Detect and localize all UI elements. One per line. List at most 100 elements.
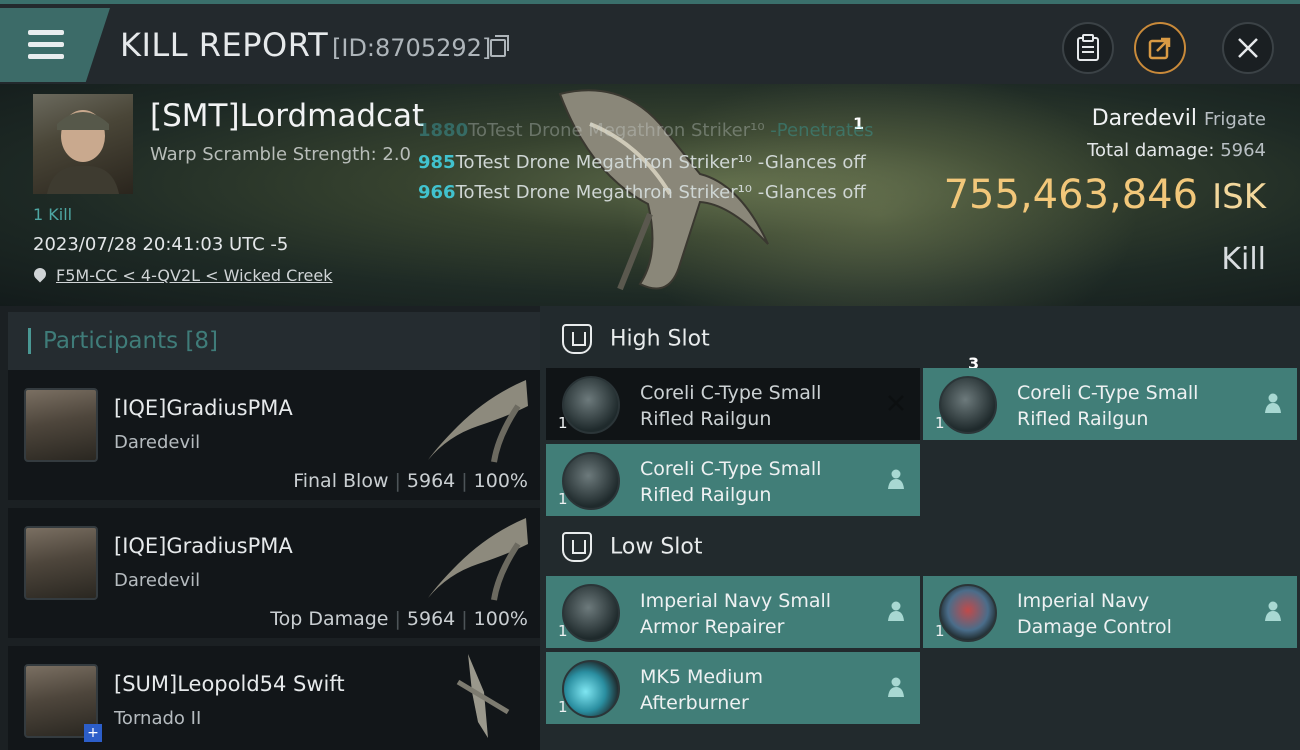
- armor-repairer-icon: [562, 584, 620, 642]
- fleet-badge-icon: +: [84, 724, 102, 742]
- participant-ship-image: [428, 518, 528, 601]
- divider: |: [461, 470, 468, 492]
- hit-text: ToTest Drone Megathron Striker¹⁰: [455, 182, 753, 203]
- module-item[interactable]: 1 MK5 Medium Afterburner: [546, 652, 920, 724]
- hit-log-row: 985ToTest Drone Megathron Striker¹⁰ -Gla…: [418, 152, 866, 173]
- clipboard-icon: [1077, 34, 1099, 61]
- participant-ship: Daredevil: [114, 570, 201, 591]
- ship-name[interactable]: Daredevil Frigate: [1092, 106, 1266, 131]
- location-link[interactable]: F5M-CC < 4-QV2L < Wicked Creek: [56, 266, 332, 285]
- copy-icon[interactable]: [490, 35, 509, 57]
- module-name-line: Rifled Railgun: [640, 484, 772, 506]
- participant-percent: 100%: [473, 470, 528, 492]
- avatar: [24, 526, 98, 600]
- module-name-line: Coreli C-Type Small: [640, 458, 822, 480]
- person-icon: [888, 677, 904, 697]
- divider: |: [461, 608, 468, 630]
- module-name-line: Afterburner: [640, 692, 749, 714]
- participant-percent: 100%: [473, 608, 528, 630]
- module-name: Coreli C-Type Small Rifled Railgun: [640, 380, 860, 432]
- location-pin-icon: [31, 265, 49, 283]
- high-slot-header: High Slot: [562, 324, 710, 354]
- hit-damage: 985: [418, 152, 456, 173]
- damage-control-icon: [939, 584, 997, 642]
- module-name-line: Damage Control: [1017, 616, 1172, 638]
- module-item[interactable]: 1 Coreli C-Type Small Rifled Railgun: [546, 368, 920, 440]
- hit-log-row: 1880ToTest Drone Megathron Striker¹⁰ -Pe…: [418, 120, 874, 141]
- low-slot-label: Low Slot: [610, 534, 703, 560]
- victim-portrait[interactable]: [33, 94, 133, 194]
- hamburger-icon-bar: [28, 54, 64, 59]
- module-item[interactable]: 1 Imperial Navy Small Armor Repairer: [546, 576, 920, 648]
- afterburner-icon: [562, 660, 620, 718]
- isk-unit: ISK: [1212, 177, 1266, 217]
- destroyed-icon: [888, 395, 904, 411]
- high-slot-icon: [562, 324, 592, 354]
- person-icon: [1265, 601, 1281, 621]
- module-item[interactable]: 1 Coreli C-Type Small Rifled Railgun: [923, 368, 1297, 440]
- participant-damage: 5964: [406, 608, 456, 630]
- share-icon: [1148, 37, 1171, 60]
- railgun-icon: [939, 376, 997, 434]
- close-button[interactable]: [1222, 22, 1274, 74]
- menu-button[interactable]: [0, 8, 110, 82]
- report-id: [ID:8705292]: [332, 34, 492, 62]
- module-name: Coreli C-Type Small Rifled Railgun: [1017, 380, 1237, 432]
- kill-timestamp: 2023/07/28 20:41:03 UTC -5: [33, 234, 289, 255]
- clipboard-button[interactable]: [1062, 22, 1114, 74]
- ship-class: Frigate: [1203, 109, 1266, 130]
- total-damage-value: 5964: [1220, 140, 1266, 161]
- person-icon: [888, 469, 904, 489]
- module-name-line: MK5 Medium: [640, 666, 763, 688]
- participant-ship-image: [456, 654, 510, 738]
- railgun-icon: [562, 376, 620, 434]
- low-slot-icon: [562, 532, 592, 562]
- hit-damage: 1880: [418, 120, 469, 141]
- person-icon: [1265, 393, 1281, 413]
- isk-amount: 755,463,846: [943, 172, 1199, 218]
- participant-ship-image: [428, 380, 528, 463]
- module-name-line: Rifled Railgun: [640, 408, 772, 430]
- module-quantity: 1: [935, 622, 945, 640]
- kill-count: 1 Kill: [33, 205, 73, 224]
- participants-count: [8]: [185, 328, 219, 354]
- hamburger-icon-bar: [28, 42, 64, 47]
- module-item[interactable]: 1 Coreli C-Type Small Rifled Railgun: [546, 444, 920, 516]
- participant-damage: 5964: [406, 470, 456, 492]
- hit-damage: 966: [418, 182, 456, 203]
- low-slot-header: Low Slot: [562, 532, 702, 562]
- module-quantity: 1: [558, 622, 568, 640]
- module-name-line: Coreli C-Type Small: [1017, 382, 1199, 404]
- share-button[interactable]: [1134, 22, 1186, 74]
- participants-title: Participants [8]: [28, 328, 218, 354]
- participant-card[interactable]: [IQE]GradiusPMA Daredevil Final Blow | 596…: [8, 370, 540, 500]
- participant-name: [SUM]Leopold54 Swift: [114, 672, 345, 696]
- module-item[interactable]: 1 Imperial Navy Damage Control: [923, 576, 1297, 648]
- hit-result: -Glances off: [757, 152, 866, 173]
- avatar: [24, 388, 98, 462]
- module-quantity: 1: [935, 414, 945, 432]
- participant-card[interactable]: + [SUM]Leopold54 Swift Tornado II: [8, 646, 540, 750]
- participant-ship: Tornado II: [114, 708, 202, 729]
- module-name: Imperial Navy Damage Control: [1017, 588, 1237, 640]
- participant-ship: Daredevil: [114, 432, 201, 453]
- module-name: Imperial Navy Small Armor Repairer: [640, 588, 860, 640]
- participants-panel: Participants [8] [IQE]GradiusPMA Daredev…: [0, 306, 540, 750]
- total-damage: Total damage: 5964: [1087, 140, 1266, 161]
- hit-text: ToTest Drone Megathron Striker¹⁰: [468, 120, 765, 141]
- railgun-icon: [562, 452, 620, 510]
- hit-text: ToTest Drone Megathron Striker¹⁰: [455, 152, 753, 173]
- victim-name[interactable]: [SMT]Lordmadcat: [150, 98, 424, 134]
- close-icon: [1238, 38, 1258, 58]
- divider: |: [394, 608, 401, 630]
- isk-value: 755,463,846 ISK: [944, 172, 1266, 218]
- fitting-panel: High Slot 3 1 Coreli C-Type Small Rifled…: [540, 306, 1300, 750]
- hit-log-row: 966ToTest Drone Megathron Striker¹⁰ -Gla…: [418, 182, 866, 203]
- module-name-line: Imperial Navy: [1017, 590, 1150, 612]
- warp-scramble: Warp Scramble Strength: 2.0: [150, 144, 412, 165]
- module-name: Coreli C-Type Small Rifled Railgun: [640, 456, 860, 508]
- module-name-line: Armor Repairer: [640, 616, 785, 638]
- participant-card[interactable]: [IQE]GradiusPMA Daredevil Top Damage | 596…: [8, 508, 540, 638]
- module-quantity: 1: [558, 414, 568, 432]
- module-quantity: 1: [558, 490, 568, 508]
